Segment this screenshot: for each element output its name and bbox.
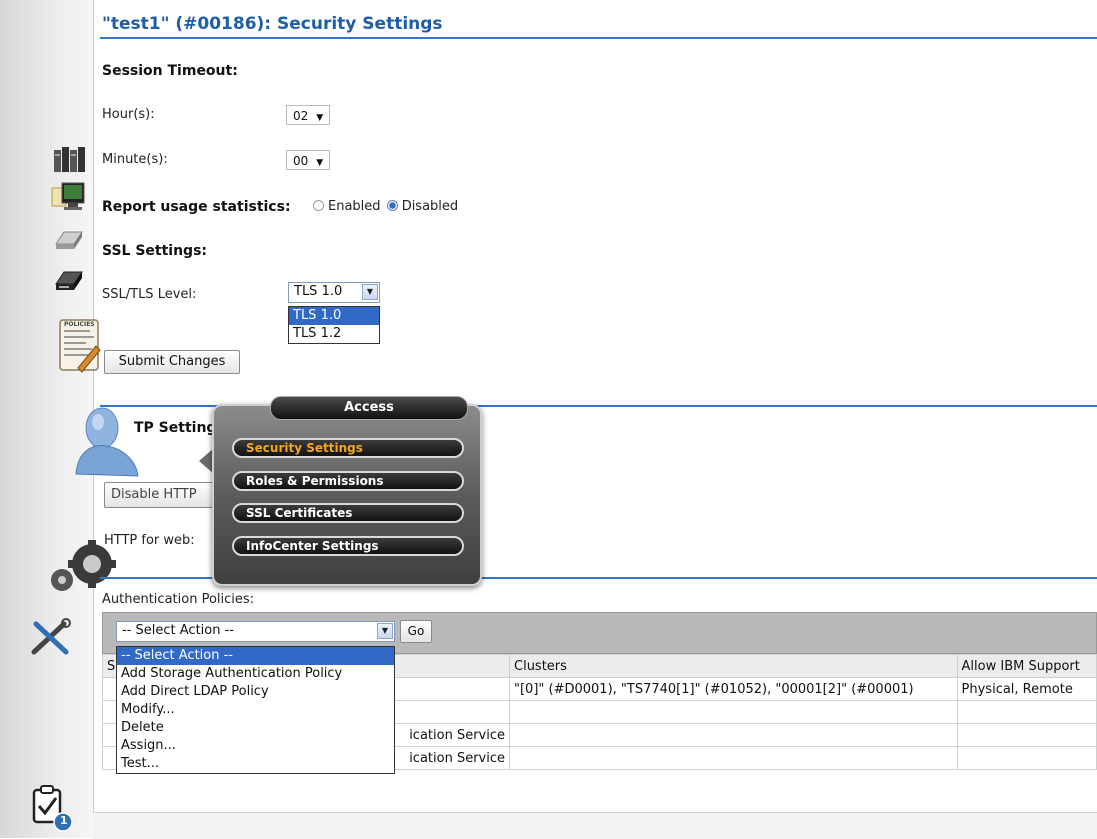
tools-icon[interactable] [28, 618, 72, 658]
usage-stats-label: Report usage statistics: [102, 199, 291, 215]
action-option[interactable]: Delete [117, 719, 394, 737]
action-option[interactable]: Add Storage Authentication Policy [117, 665, 394, 683]
bottom-bar [93, 812, 1097, 839]
ssl-level-label: SSL/TLS Level: [102, 287, 197, 302]
chevron-down-icon: ▼ [316, 158, 324, 168]
table-cell [509, 723, 958, 747]
title-divider [100, 37, 1097, 39]
ssl-settings-heading: SSL Settings: [102, 243, 208, 259]
ssl-level-select[interactable]: TLS 1.0 ▼ [288, 282, 380, 303]
gears-icon[interactable] [46, 540, 118, 596]
action-select[interactable]: -- Select Action -- ▼ [116, 621, 395, 642]
chevron-down-icon[interactable]: ▼ [362, 284, 378, 300]
action-value: -- Select Action -- [122, 623, 234, 638]
enabled-radio[interactable] [313, 200, 324, 211]
menu-item-roles-permissions[interactable]: Roles & Permissions [232, 471, 464, 491]
table-cell: "[0]" (#D0001), "TS7740[1]" (#01052), "0… [509, 677, 958, 701]
action-option[interactable]: -- Select Action -- [117, 647, 394, 665]
minutes-select[interactable]: 00 ▼ [286, 150, 331, 170]
enabled-radio-label[interactable]: Enabled [328, 199, 381, 214]
user-icon[interactable] [72, 404, 142, 478]
session-timeout-heading: Session Timeout: [102, 63, 238, 79]
ssl-level-dropdown: TLS 1.0 TLS 1.2 [288, 306, 380, 344]
menu-item-security-settings[interactable]: Security Settings [232, 438, 464, 458]
http-web-label: HTTP for web: [104, 533, 195, 548]
action-option[interactable]: Add Direct LDAP Policy [117, 683, 394, 701]
disabled-radio[interactable] [386, 200, 398, 211]
auth-policies-label: Authentication Policies: [102, 592, 255, 607]
usage-radio-group: Enabled Disabled [313, 199, 458, 214]
chevron-down-icon: ▼ [316, 113, 324, 123]
action-option[interactable]: Modify... [117, 701, 394, 719]
tasks-icon[interactable]: 1 [30, 784, 78, 832]
disable-http-button[interactable]: Disable HTTP [104, 482, 214, 508]
table-cell [956, 723, 1097, 747]
access-popup-title: Access [270, 396, 468, 420]
minutes-label: Minute(s): [102, 152, 168, 167]
disabled-radio-label[interactable]: Disabled [402, 199, 458, 214]
table-cell [956, 746, 1097, 770]
chevron-down-icon[interactable]: ▼ [377, 623, 393, 639]
go-button[interactable]: Go [400, 620, 432, 643]
tape-drive-icon[interactable] [54, 266, 84, 294]
action-option[interactable]: Assign... [117, 737, 394, 755]
drive-icon[interactable] [54, 226, 84, 252]
ssl-level-value: TLS 1.0 [294, 284, 343, 299]
column-header-allow-ibm-support: Allow IBM Support [956, 654, 1097, 678]
access-popup [212, 404, 482, 586]
hours-select[interactable]: 02 ▼ [286, 105, 331, 125]
action-option[interactable]: Test... [117, 755, 394, 773]
servers-icon[interactable] [52, 142, 86, 176]
tasks-badge: 1 [60, 814, 68, 827]
ssl-option[interactable]: TLS 1.2 [289, 325, 379, 343]
policies-icon[interactable]: POLICIES [56, 316, 102, 374]
policies-icon-label: POLICIES [64, 321, 95, 328]
menu-item-infocenter-settings[interactable]: InfoCenter Settings [232, 536, 464, 556]
minutes-value: 00 [293, 154, 309, 168]
monitor-icon[interactable] [50, 180, 86, 214]
table-cell [509, 746, 958, 770]
ssl-option[interactable]: TLS 1.0 [289, 307, 379, 325]
hours-label: Hour(s): [102, 107, 155, 122]
hours-value: 02 [293, 109, 309, 123]
menu-item-ssl-certificates[interactable]: SSL Certificates [232, 503, 464, 523]
action-dropdown: -- Select Action -- Add Storage Authenti… [116, 646, 395, 774]
table-cell: Physical, Remote [956, 677, 1097, 701]
submit-changes-button[interactable]: Submit Changes [104, 350, 240, 374]
page-title: "test1" (#00186): Security Settings [102, 14, 443, 34]
table-cell [509, 700, 958, 724]
table-cell [956, 700, 1097, 724]
column-header-clusters: Clusters [509, 654, 958, 678]
